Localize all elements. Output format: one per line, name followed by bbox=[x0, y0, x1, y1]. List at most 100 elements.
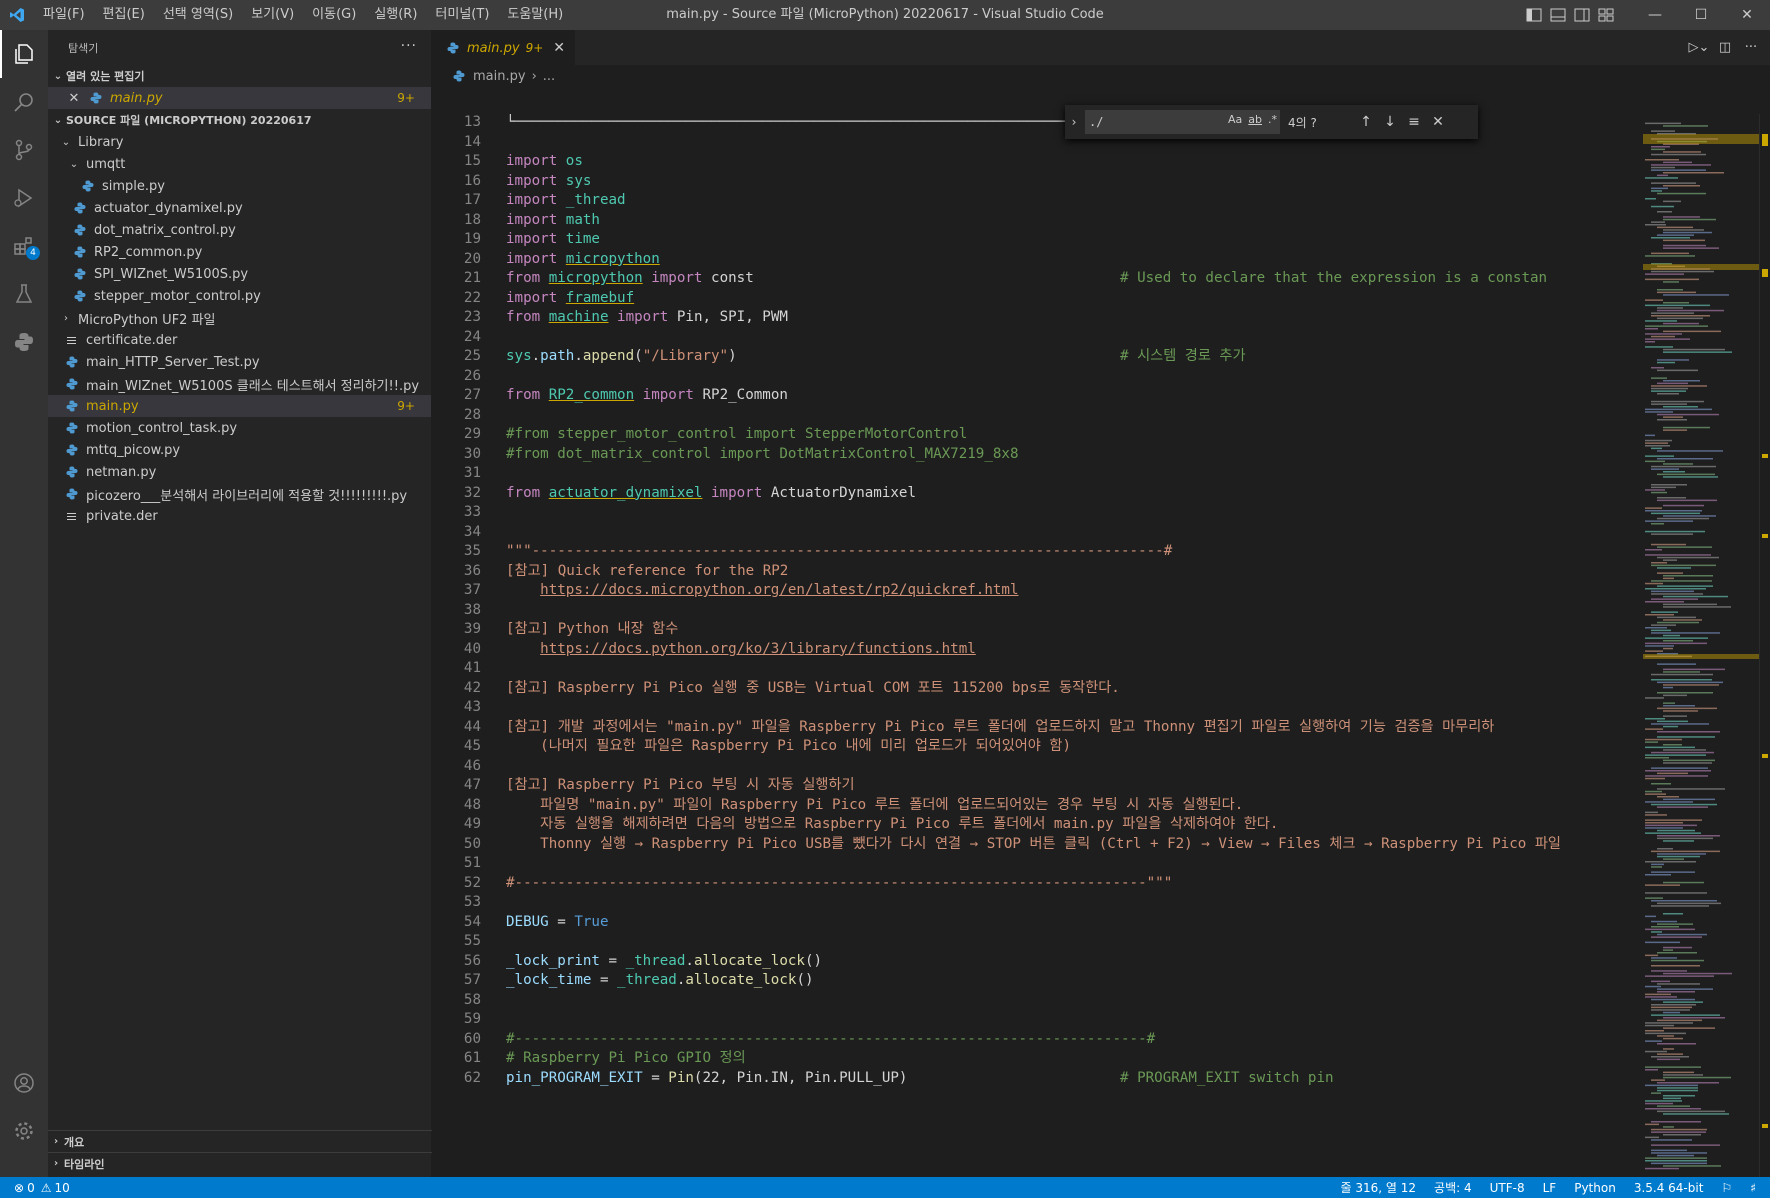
editor-more-icon[interactable]: ··· bbox=[1738, 40, 1764, 55]
code-token: framebuf bbox=[565, 289, 635, 306]
file-item[interactable]: actuator_dynamixel.py bbox=[48, 197, 431, 219]
file-item[interactable]: private.der bbox=[48, 505, 431, 527]
file-item[interactable]: certificate.der bbox=[48, 329, 431, 351]
menu-item[interactable]: 편집(E) bbox=[94, 0, 154, 30]
folder-item[interactable]: ⌄ umqtt bbox=[48, 153, 431, 175]
file-item[interactable]: netman.py bbox=[48, 461, 431, 483]
file-name: simple.py bbox=[102, 178, 165, 194]
testing-flask-icon[interactable] bbox=[0, 270, 48, 318]
menu-item[interactable]: 터미널(T) bbox=[426, 0, 498, 30]
menu-item[interactable]: 도움말(H) bbox=[498, 0, 572, 30]
code-token: https://docs.python.org/ko/3/library/fun… bbox=[540, 640, 976, 657]
run-debug-icon[interactable] bbox=[0, 174, 48, 222]
breadcrumb-symbol[interactable]: ... bbox=[543, 69, 555, 84]
previous-match-icon[interactable]: ↑ bbox=[1354, 114, 1378, 130]
toggle-primary-sidebar-icon[interactable] bbox=[1522, 0, 1546, 30]
code-token: import bbox=[506, 153, 566, 169]
split-editor-icon[interactable]: ◫ bbox=[1712, 40, 1738, 55]
title-bar: 파일(F) 편집(E) 선택 영역(S) 보기(V) 이동(G) 실행(R) 터미널(T) 도… bbox=[0, 0, 1770, 30]
python-file-icon bbox=[72, 244, 88, 260]
file-item[interactable]: dot_matrix_control.py bbox=[48, 219, 431, 241]
customize-layout-icon[interactable] bbox=[1594, 0, 1618, 30]
file-item[interactable]: main_HTTP_Server_Test.py bbox=[48, 351, 431, 373]
more-actions-icon[interactable]: ··· bbox=[401, 38, 417, 54]
problems-indicator[interactable]: ⊗ 0 ⚠ 10 bbox=[0, 1181, 70, 1195]
file-item[interactable]: stepper_motor_control.py bbox=[48, 285, 431, 307]
menu-item[interactable]: 파일(F) bbox=[34, 0, 94, 30]
toggle-secondary-sidebar-icon[interactable] bbox=[1570, 0, 1594, 30]
close-window-button[interactable]: ✕ bbox=[1724, 0, 1770, 30]
extensions-icon[interactable]: 4 bbox=[0, 222, 48, 270]
code-view[interactable]: 13 └─────────────────────────────────────… bbox=[433, 114, 1633, 1177]
next-match-icon[interactable]: ↓ bbox=[1378, 114, 1402, 130]
folder-item[interactable]: › MicroPython UF2 파일 bbox=[48, 307, 431, 329]
file-item[interactable]: motion_control_task.py bbox=[48, 417, 431, 439]
file-item[interactable]: simple.py bbox=[48, 175, 431, 197]
file-item[interactable]: main.py 9+ bbox=[48, 395, 431, 417]
regex-toggle[interactable]: .* bbox=[1268, 113, 1277, 126]
folder-section[interactable]: ⌄ SOURCE 파일 (MICROPYTHON) 20220617 bbox=[48, 109, 431, 131]
file-item[interactable]: picozero___분석해서 라이브러리에 적용할 것!!!!!!!!!.py bbox=[48, 483, 431, 505]
file-name: Library bbox=[78, 134, 124, 150]
code-token: True bbox=[574, 913, 609, 930]
code-token: [참고] Quick reference for the RP2 bbox=[506, 562, 789, 579]
indentation[interactable]: 공백: 4 bbox=[1425, 1179, 1481, 1196]
close-tab-icon[interactable]: ✕ bbox=[553, 40, 565, 56]
breadcrumb: main.py › ... bbox=[433, 65, 1770, 87]
menu-item[interactable]: 보기(V) bbox=[242, 0, 303, 30]
match-word-toggle[interactable]: ab bbox=[1248, 113, 1262, 126]
timeline-section[interactable]: › 타임라인 bbox=[48, 1152, 432, 1174]
find-in-selection-icon[interactable]: ≡ bbox=[1402, 114, 1426, 130]
file-item[interactable]: main_WIZnet_W5100S 클래스 테스트해서 정리하기!!.py bbox=[48, 373, 431, 395]
minimize-button[interactable]: — bbox=[1632, 0, 1678, 30]
python-file-icon bbox=[64, 354, 80, 370]
outline-section[interactable]: › 개요 bbox=[48, 1130, 432, 1152]
open-editors-section[interactable]: ⌄ 열려 있는 편집기 bbox=[48, 65, 431, 87]
file-item[interactable]: SPI_WIZnet_W5100S.py bbox=[48, 263, 431, 285]
folder-item[interactable]: ⌄ Library bbox=[48, 131, 431, 153]
code-token: import bbox=[506, 250, 566, 267]
open-editor-item[interactable]: ✕ main.py 9+ bbox=[48, 87, 431, 109]
encoding[interactable]: UTF-8 bbox=[1481, 1181, 1534, 1195]
notifications-bell-icon[interactable]: ♯ bbox=[1741, 1181, 1770, 1195]
cursor-position[interactable]: 줄 316, 열 12 bbox=[1332, 1179, 1426, 1196]
close-editor-icon[interactable]: ✕ bbox=[66, 91, 82, 106]
accounts-icon[interactable] bbox=[0, 1059, 48, 1107]
menu-item[interactable]: 선택 영역(S) bbox=[154, 0, 242, 30]
feedback-icon[interactable]: ⚐ bbox=[1712, 1181, 1741, 1195]
source-control-icon[interactable] bbox=[0, 126, 48, 174]
tab-main-py[interactable]: main.py 9+ ✕ bbox=[433, 30, 575, 65]
menu-item[interactable]: 이동(G) bbox=[303, 0, 365, 30]
python-icon[interactable] bbox=[0, 318, 48, 366]
file-name: netman.py bbox=[86, 464, 157, 480]
language-mode[interactable]: Python bbox=[1565, 1181, 1625, 1195]
toggle-replace-icon[interactable]: › bbox=[1065, 115, 1083, 129]
minimap[interactable] bbox=[1643, 114, 1759, 1177]
menu-item[interactable]: 실행(R) bbox=[365, 0, 426, 30]
explorer-icon[interactable] bbox=[0, 30, 48, 78]
python-file-icon bbox=[451, 68, 467, 84]
find-result-count: 4의 ? bbox=[1288, 115, 1317, 130]
maximize-button[interactable]: ☐ bbox=[1678, 0, 1724, 30]
python-interpreter[interactable]: 3.5.4 64-bit bbox=[1625, 1181, 1713, 1195]
python-file-icon bbox=[64, 464, 80, 480]
run-python-file-icon[interactable]: ▷⌄ bbox=[1686, 40, 1712, 55]
python-file-icon bbox=[72, 266, 88, 282]
toggle-panel-icon[interactable] bbox=[1546, 0, 1570, 30]
vertical-scrollbar[interactable] bbox=[1759, 114, 1770, 1177]
code-token: _thread bbox=[625, 952, 686, 969]
file-item[interactable]: RP2_common.py bbox=[48, 241, 431, 263]
python-file-icon bbox=[72, 288, 88, 304]
close-find-icon[interactable]: ✕ bbox=[1426, 114, 1450, 130]
code-line: 62 pin_PROGRAM_EXIT = Pin(22, Pin.IN, Pin… bbox=[433, 1067, 1633, 1089]
chevron-down-icon: ⌄ bbox=[61, 136, 71, 148]
search-icon[interactable] bbox=[0, 78, 48, 126]
find-input[interactable]: ./ Aa ab .* bbox=[1085, 110, 1280, 134]
gear-icon[interactable] bbox=[0, 1107, 48, 1155]
end-of-line[interactable]: LF bbox=[1534, 1181, 1566, 1195]
match-case-toggle[interactable]: Aa bbox=[1228, 113, 1242, 126]
file-item[interactable]: mttq_picow.py bbox=[48, 439, 431, 461]
breadcrumb-file[interactable]: main.py bbox=[473, 69, 526, 84]
chevron-down-icon: ⌄ bbox=[53, 114, 63, 126]
python-file-icon bbox=[88, 90, 104, 106]
